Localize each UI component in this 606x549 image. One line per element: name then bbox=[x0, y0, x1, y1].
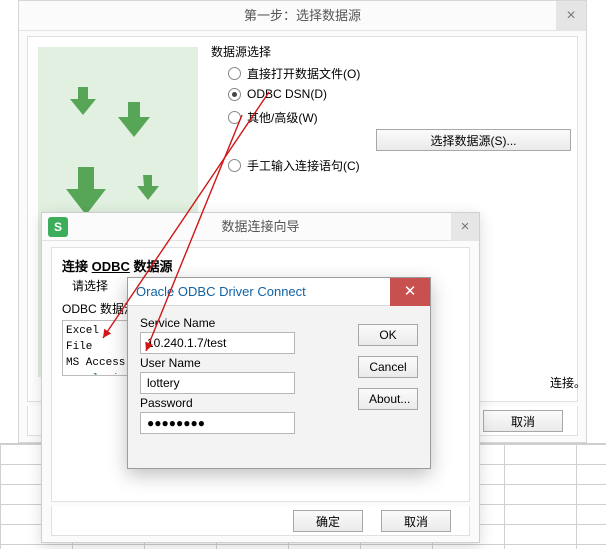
wizard-title: 数据连接向导 bbox=[42, 213, 479, 241]
radio-label: 直接打开数据文件(O) bbox=[247, 65, 360, 82]
ok-button[interactable]: 确定 bbox=[293, 510, 363, 532]
step1-title: 第一步：选择数据源 bbox=[19, 1, 586, 31]
cancel-button[interactable]: Cancel bbox=[358, 356, 418, 378]
oracle-connect-dialog: Oracle ODBC Driver Connect ✕ Service Nam… bbox=[127, 277, 431, 469]
radio-icon bbox=[228, 88, 241, 101]
user-name-input[interactable] bbox=[140, 372, 295, 394]
odbc-data-source-list[interactable]: Excel File MS Access oracle in bbox=[62, 320, 132, 376]
radio-icon bbox=[228, 159, 241, 172]
radio-odbc-dsn[interactable]: ODBC DSN(D) bbox=[228, 87, 327, 101]
password-input[interactable] bbox=[140, 412, 295, 434]
wizard-heading: 连接 ODBC 数据源 bbox=[62, 256, 459, 275]
heading-pre: 连接 bbox=[62, 259, 92, 274]
radio-direct-file[interactable]: 直接打开数据文件(O) bbox=[228, 65, 360, 82]
heading-post: 数据源 bbox=[130, 259, 173, 274]
radio-other-advanced[interactable]: 其他/高级(W) bbox=[228, 109, 318, 126]
list-item[interactable]: Excel File bbox=[66, 323, 128, 355]
cancel-button[interactable]: 取消 bbox=[381, 510, 451, 532]
about-button[interactable]: About... bbox=[358, 388, 418, 410]
radio-icon bbox=[228, 111, 241, 124]
cancel-button[interactable]: 取消 bbox=[483, 410, 563, 432]
service-name-input[interactable] bbox=[140, 332, 295, 354]
oracle-buttons: OK Cancel About... bbox=[358, 324, 418, 410]
radio-label: 手工输入连接语句(C) bbox=[247, 157, 360, 174]
radio-manual-connection[interactable]: 手工输入连接语句(C) bbox=[228, 157, 360, 174]
select-data-source-button[interactable]: 选择数据源(S)... bbox=[376, 129, 571, 151]
oracle-title: Oracle ODBC Driver Connect bbox=[128, 278, 430, 306]
group-label: 数据源选择 bbox=[211, 43, 271, 60]
wizard-titlebar: S 数据连接向导 × bbox=[42, 213, 479, 241]
list-item[interactable]: MS Access bbox=[66, 355, 128, 371]
app-badge-icon: S bbox=[48, 217, 68, 237]
close-icon[interactable]: × bbox=[451, 213, 479, 241]
radio-label: 其他/高级(W) bbox=[247, 109, 318, 126]
radio-icon bbox=[228, 67, 241, 80]
close-icon[interactable]: × bbox=[556, 1, 586, 31]
radio-label: ODBC DSN(D) bbox=[247, 87, 327, 101]
close-icon[interactable]: ✕ bbox=[390, 278, 430, 306]
heading-underline: ODBC bbox=[92, 259, 130, 274]
ok-button[interactable]: OK bbox=[358, 324, 418, 346]
list-item[interactable]: oracle in bbox=[66, 371, 128, 376]
side-hint: 连接。 bbox=[550, 374, 586, 391]
wizard-footer: 确定 取消 bbox=[51, 506, 470, 536]
